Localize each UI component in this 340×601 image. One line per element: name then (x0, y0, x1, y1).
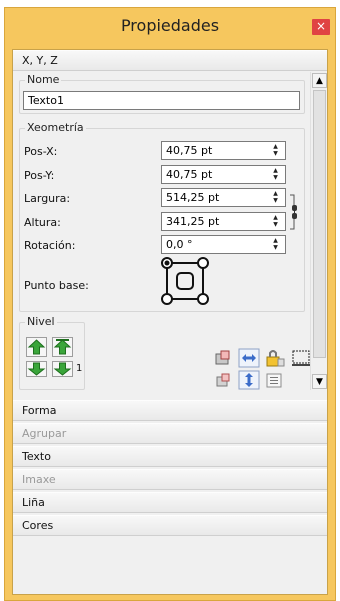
pos-x-spinbox[interactable]: 40,75 pt ▲ ▼ (161, 141, 286, 160)
nivel-legend: Nivel (25, 315, 57, 328)
lower-to-bottom-icon (27, 362, 46, 376)
nivel-number: 1 (76, 363, 83, 374)
altura-value: 341,25 pt (166, 215, 220, 228)
altura-spin-arrows[interactable]: ▲ ▼ (268, 214, 283, 229)
swap-horizontal-icon[interactable] (238, 348, 260, 368)
punto-base-label: Punto base: (24, 279, 89, 292)
properties-scroll-area: Nome Texto1 Xeometría Pos-X: 40,75 pt ▲ ▼… (13, 72, 327, 390)
nome-input[interactable]: Texto1 (23, 91, 300, 110)
text-frame-fit-icon[interactable] (290, 348, 312, 368)
section-lina[interactable]: Liña (13, 492, 327, 513)
pos-y-value: 40,75 pt (166, 168, 213, 181)
xeometria-group: Xeometría Pos-X: 40,75 pt ▲ ▼ Pos-Y: 40,7… (19, 121, 305, 312)
section-forma[interactable]: Forma (13, 400, 327, 421)
properties-window: Propiedades × X, Y, Z Nome Texto1 Xeomet… (4, 7, 336, 601)
object-action-2-icon[interactable] (212, 370, 234, 390)
pos-x-label: Pos-X: (24, 145, 58, 158)
nome-group: Nome Texto1 (19, 73, 305, 114)
largura-label: Largura: (24, 192, 71, 205)
section-imaxe: Imaxe (13, 469, 327, 490)
section-texto[interactable]: Texto (13, 446, 327, 467)
vertical-scrollbar[interactable]: ▲ ▼ (310, 72, 327, 390)
base-point-selector-icon[interactable] (159, 255, 211, 307)
pos-y-spinbox[interactable]: 40,75 pt ▲ ▼ (161, 165, 286, 184)
scroll-up-arrow-icon[interactable]: ▲ (312, 73, 327, 88)
pos-x-value: 40,75 pt (166, 144, 213, 157)
raise-one-level-icon (53, 339, 72, 355)
rotacion-spin-arrows[interactable]: ▲ ▼ (268, 237, 283, 252)
pos-y-label: Pos-Y: (24, 169, 55, 182)
print-object-icon[interactable] (264, 370, 286, 390)
pos-x-spin-arrows[interactable]: ▲ ▼ (268, 143, 283, 158)
close-icon: × (315, 19, 327, 33)
object-action-icon[interactable] (212, 348, 234, 368)
xeometria-legend: Xeometría (25, 121, 86, 134)
raise-one-level-button[interactable] (52, 337, 73, 357)
scroll-down-arrow-icon[interactable]: ▼ (312, 374, 327, 389)
rotacion-spinbox[interactable]: 0,0 ° ▲ ▼ (161, 235, 286, 254)
section-cores[interactable]: Cores (13, 515, 327, 536)
rotacion-label: Rotación: (24, 239, 76, 252)
close-button[interactable]: × (312, 19, 330, 35)
chain-link-icon[interactable] (288, 193, 302, 231)
nome-legend: Nome (25, 73, 62, 86)
altura-label: Altura: (24, 216, 61, 229)
largura-value: 514,25 pt (166, 191, 220, 204)
largura-spin-arrows[interactable]: ▲ ▼ (268, 190, 283, 205)
lower-to-bottom-button[interactable] (26, 361, 47, 377)
title-bar[interactable]: Propiedades × (5, 8, 335, 46)
raise-to-top-button[interactable] (26, 337, 47, 357)
lower-one-level-icon (53, 362, 72, 376)
scrollbar-thumb[interactable] (313, 90, 326, 358)
altura-spinbox[interactable]: 341,25 pt ▲ ▼ (161, 212, 286, 231)
swap-vertical-icon[interactable] (238, 370, 260, 390)
section-agrupar: Agrupar (13, 423, 327, 444)
lock-position-icon[interactable] (264, 348, 286, 368)
lower-one-level-button[interactable] (52, 361, 73, 377)
window-title: Propiedades (120, 16, 220, 35)
properties-panel: X, Y, Z Nome Texto1 Xeometría Pos-X: 40,… (12, 49, 328, 595)
raise-to-top-icon (27, 339, 46, 355)
largura-spinbox[interactable]: 514,25 pt ▲ ▼ (161, 188, 286, 207)
nivel-group: Nivel 1 (19, 315, 85, 390)
rotacion-value: 0,0 ° (166, 238, 193, 251)
pos-y-spin-arrows[interactable]: ▲ ▼ (268, 167, 283, 182)
section-xyz[interactable]: X, Y, Z (13, 50, 327, 71)
